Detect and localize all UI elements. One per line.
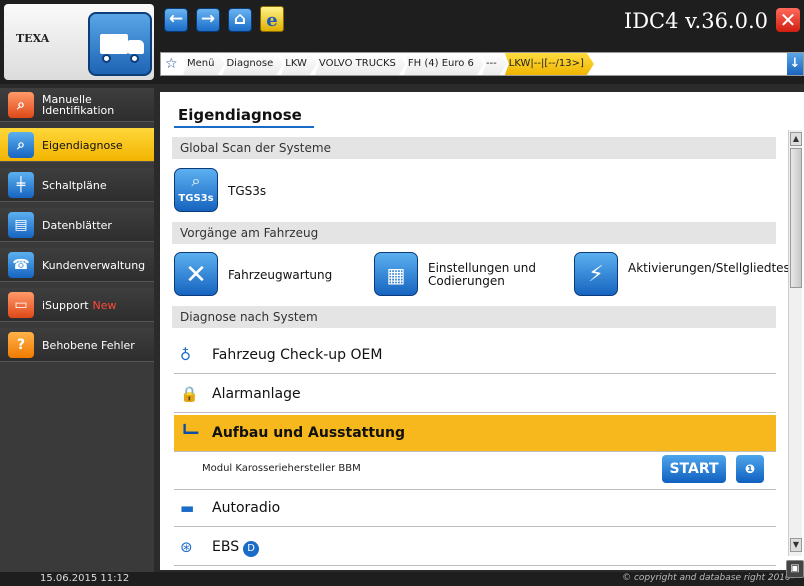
system-row[interactable]: 🔒 Alarmanlage: [174, 376, 776, 413]
scroll-thumb[interactable]: [790, 148, 802, 288]
settings-label[interactable]: Einstellungen und Codierungen: [428, 262, 568, 288]
sidebar-item-self-diagnosis[interactable]: ⌕ Eigendiagnose: [0, 128, 154, 162]
body-icon: ┗━: [180, 424, 199, 442]
system-label: Autoradio: [212, 500, 281, 516]
copyright: © copyright and database right 2010-: [622, 573, 794, 583]
breadcrumb-item-current[interactable]: LKW|--|[--/13>]: [505, 53, 594, 75]
sidebar-item-label: Datenblätter: [42, 218, 112, 232]
section-global-scan: Global Scan der Systeme: [172, 137, 776, 159]
submodule-label: Modul Karosseriehersteller BBM: [202, 463, 361, 474]
sidebar-item-fixed-errors[interactable]: ? Behobene Fehler: [0, 328, 154, 362]
ebs-label: EBS: [212, 539, 240, 555]
isupport-icon: ▭: [8, 292, 34, 318]
internet-explorer-icon[interactable]: e: [260, 6, 284, 32]
home-icon[interactable]: ⌂: [228, 8, 252, 32]
tgs3s-tile[interactable]: ⌕ TGS3s: [174, 168, 218, 212]
sidebar-item-isupport[interactable]: ▭ iSupport New: [0, 288, 154, 322]
main-panel: Eigendiagnose Global Scan der Systeme ⌕ …: [160, 92, 804, 570]
system-row[interactable]: ⊛ EBS D: [174, 529, 776, 566]
system-label: Alarmanlage: [212, 386, 301, 402]
sidebar-item-label: Schaltpläne: [42, 178, 107, 192]
ebs-icon: ⊛: [180, 538, 193, 556]
new-badge: New: [92, 298, 117, 312]
truck-icon[interactable]: [88, 12, 152, 76]
close-button[interactable]: ✕: [776, 8, 800, 32]
breadcrumb-item[interactable]: VOLVO TRUCKS: [315, 53, 406, 75]
customer-icon: ☎: [8, 252, 34, 278]
breadcrumb-item[interactable]: Menü: [183, 53, 224, 75]
system-label: EBS D: [212, 539, 260, 557]
sidebar-item-manual-identification[interactable]: ⌕ Manuelle Identifikation: [0, 88, 154, 122]
sidebar-item-label: Behobene Fehler: [42, 338, 135, 352]
search-truck-icon: ⌕: [8, 92, 34, 118]
sidebar: ⌕ Manuelle Identifikation ⌕ Eigendiagnos…: [0, 88, 154, 572]
wrench-icon: ✕: [185, 260, 207, 290]
maintenance-tile[interactable]: ✕: [174, 252, 218, 296]
breadcrumb-item[interactable]: Diagnose: [222, 53, 283, 75]
alarm-icon: 🔒: [180, 385, 199, 403]
sidebar-item-label: iSupport New: [42, 288, 152, 322]
scrollbar[interactable]: ▲ ▼: [788, 130, 802, 556]
chip-key-icon: ▦: [386, 263, 406, 287]
radio-icon: ▬: [180, 499, 195, 517]
maintenance-label[interactable]: Fahrzeugwartung: [228, 269, 332, 282]
back-arrow-icon[interactable]: ←: [164, 8, 188, 32]
question-icon: ?: [8, 332, 34, 358]
breadcrumb-item[interactable]: FH (4) Euro 6: [404, 53, 484, 75]
system-label: Aufbau und Ausstattung: [212, 425, 405, 441]
footer: 15.06.2015 11:12 © copyright and databas…: [0, 572, 804, 586]
submodule-row[interactable]: Modul Karosseriehersteller BBM START ❶: [174, 452, 776, 490]
sidebar-item-label: Eigendiagnose: [42, 138, 123, 152]
sidebar-item-wiring-diagrams[interactable]: ╪ Schaltpläne: [0, 168, 154, 202]
ebs-badge: D: [243, 541, 260, 557]
forward-arrow-icon[interactable]: →: [196, 8, 220, 32]
system-row[interactable]: ▬ Autoradio: [174, 490, 776, 527]
sidebar-item-label: Manuelle Identifikation: [42, 93, 115, 117]
system-label: Fahrzeug Check-up OEM: [212, 347, 383, 363]
start-button[interactable]: START: [662, 455, 726, 483]
sidebar-item-datasheets[interactable]: ▤ Datenblätter: [0, 208, 154, 242]
info-icon[interactable]: ❶: [736, 455, 764, 483]
section-vehicle-operations: Vorgänge am Fahrzeug: [172, 222, 776, 244]
scroll-down-icon[interactable]: ▼: [790, 538, 802, 552]
tgs3s-label[interactable]: TGS3s: [228, 185, 266, 198]
sidebar-item-customer-management[interactable]: ☎ Kundenverwaltung: [0, 248, 154, 282]
system-row-selected[interactable]: ┗━ Aufbau und Ausstattung: [174, 415, 776, 452]
texa-logo: TEXA: [16, 32, 50, 45]
activation-label[interactable]: Aktivierungen/Stellgliedtests: [628, 262, 801, 275]
stethoscope-icon: ♁: [180, 346, 191, 364]
breadcrumb-item[interactable]: LKW: [281, 53, 317, 75]
version-label: IDC4 v.36.0.0: [623, 9, 768, 33]
page-title: Eigendiagnose: [178, 106, 302, 124]
chevron-down-icon[interactable]: ↓: [787, 53, 803, 75]
tile-text: TGS3s: [178, 193, 214, 204]
wiring-diagram-icon: ╪: [8, 172, 34, 198]
top-bar: TEXA ← → ⌂ e IDC4 v.36.0.0 ✕ ☆ Menü Diag…: [0, 0, 804, 84]
brand-area: TEXA: [4, 4, 154, 80]
section-diagnosis-by-system: Diagnose nach System: [172, 306, 776, 328]
sidebar-item-label: Kundenverwaltung: [42, 258, 146, 272]
isupport-label: iSupport: [42, 298, 89, 312]
breadcrumb-item[interactable]: ---: [482, 53, 507, 75]
scan-icon: ⌕: [191, 171, 201, 190]
breadcrumb: ☆ Menü Diagnose LKW VOLVO TRUCKS FH (4) …: [160, 52, 804, 76]
datasheet-icon: ▤: [8, 212, 34, 238]
star-icon[interactable]: ☆: [165, 56, 178, 72]
datetime: 15.06.2015 11:12: [40, 573, 130, 584]
activation-tile[interactable]: ⚡: [574, 252, 618, 296]
diagnosis-icon: ⌕: [8, 132, 34, 158]
window-corner-icon[interactable]: ▣: [786, 560, 804, 578]
injector-icon: ⚡: [588, 262, 604, 287]
settings-tile[interactable]: ▦: [374, 252, 418, 296]
title-underline: [174, 126, 314, 128]
system-row[interactable]: ♁ Fahrzeug Check-up OEM: [174, 337, 776, 374]
scroll-up-icon[interactable]: ▲: [790, 132, 802, 146]
